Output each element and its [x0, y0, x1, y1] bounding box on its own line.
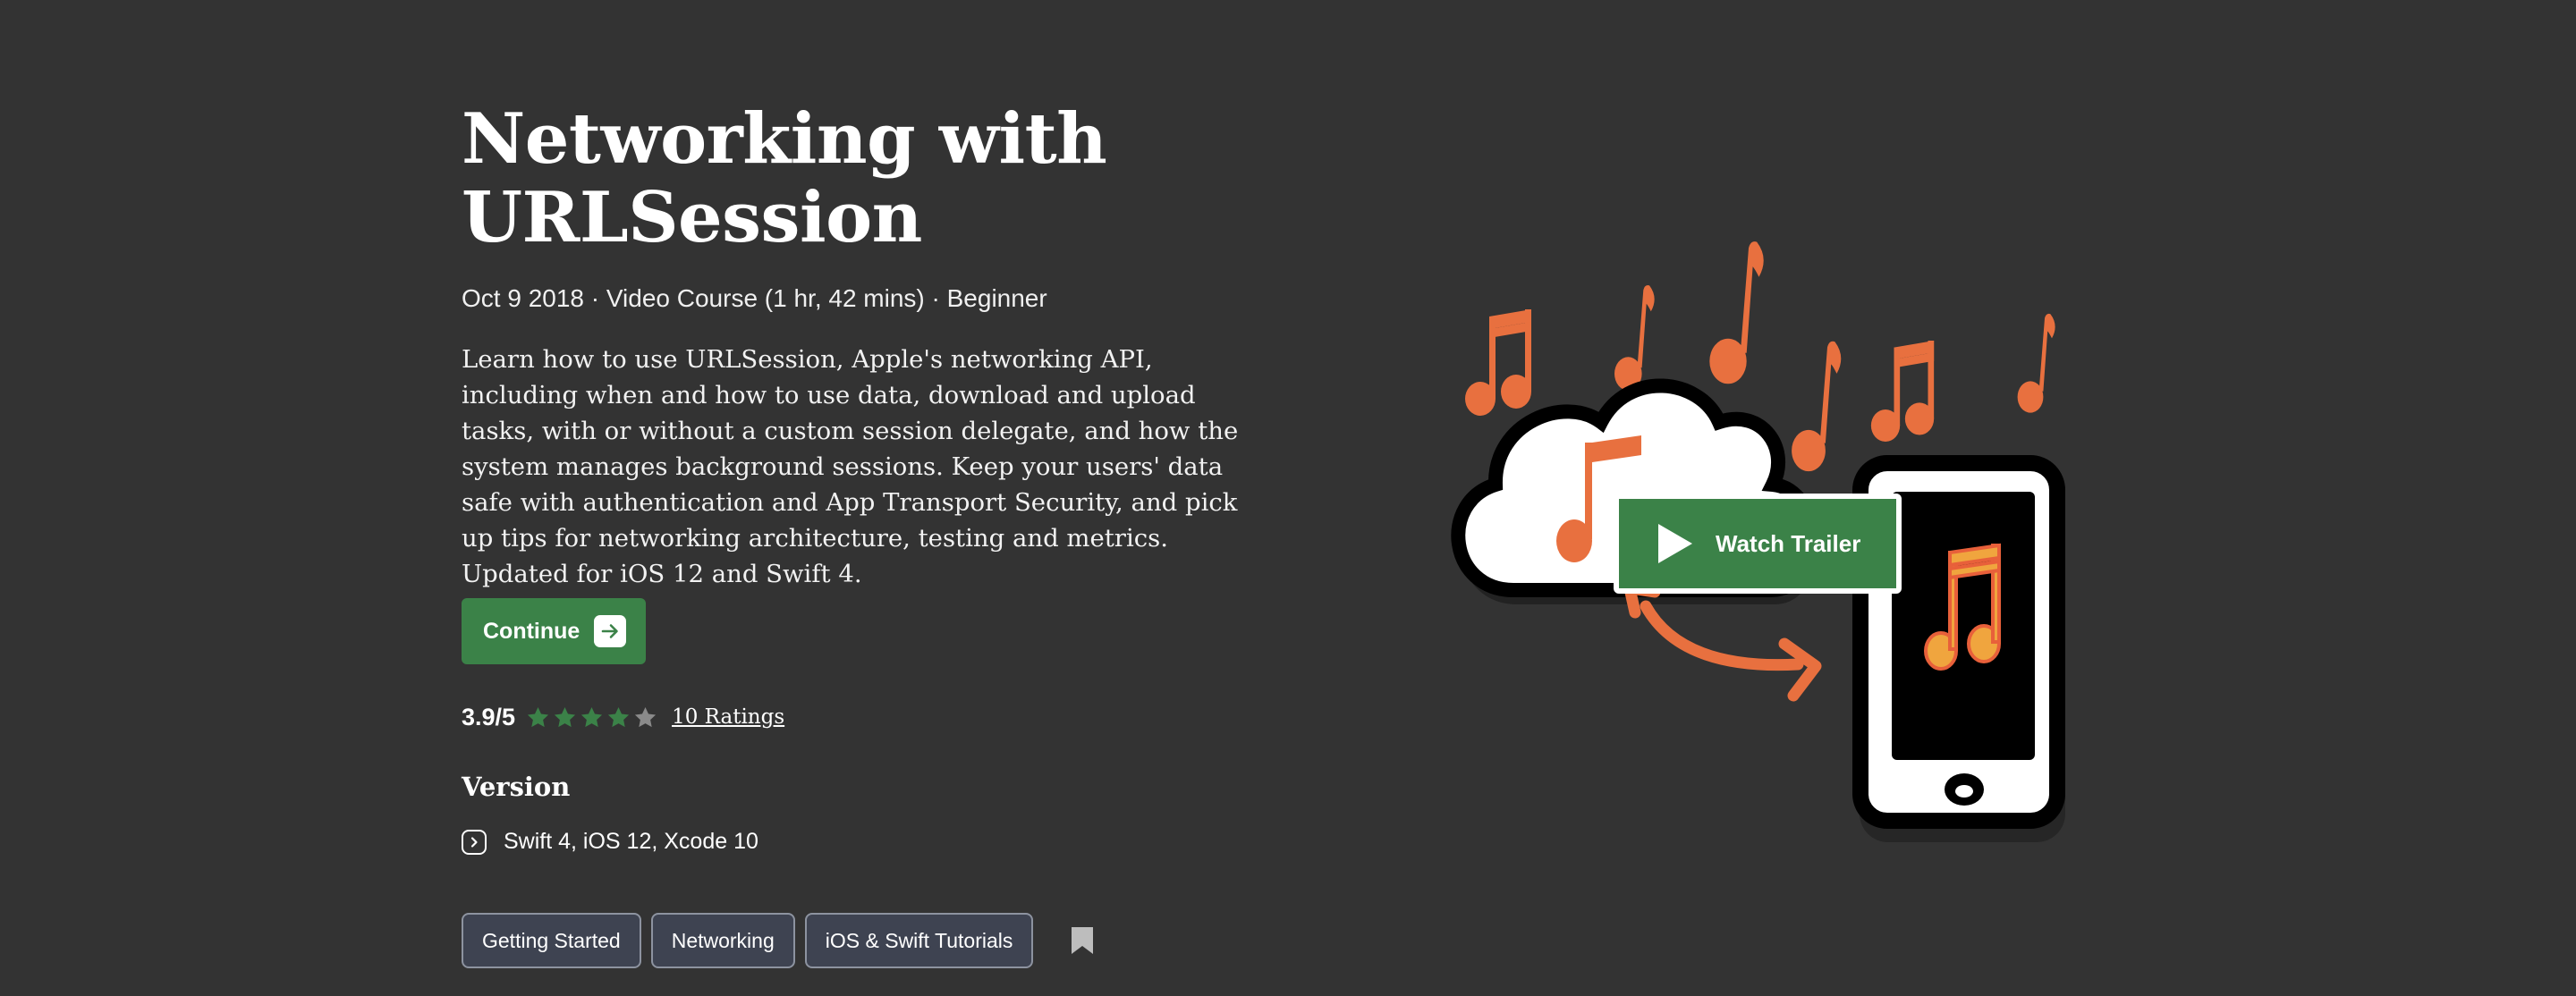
music-note — [1614, 285, 1655, 391]
chevron-right-icon — [462, 829, 487, 855]
music-note — [1792, 341, 1842, 472]
tag-networking[interactable]: Networking — [650, 913, 795, 968]
star-icon — [554, 706, 576, 727]
continue-label: Continue — [483, 618, 580, 644]
arrow-right-icon — [594, 615, 626, 647]
music-note — [2017, 313, 2055, 413]
course-description: Learn how to use URLSession, Apple's net… — [462, 345, 1239, 588]
star-icon — [580, 706, 603, 727]
watch-trailer-label: Watch Trailer — [1716, 529, 1861, 557]
play-icon — [1658, 524, 1692, 563]
music-note — [1709, 241, 1764, 384]
star-icon — [527, 706, 549, 727]
tag-getting-started[interactable]: Getting Started — [462, 913, 641, 968]
rating-score: 3.9/5 — [462, 703, 516, 730]
version-value: Swift 4, iOS 12, Xcode 10 — [504, 829, 758, 854]
ratings-link[interactable]: 10 Ratings — [672, 705, 784, 729]
star-icon — [634, 706, 657, 727]
tag-ios-swift-tutorials[interactable]: iOS & Swift Tutorials — [804, 913, 1034, 968]
tag-list: Getting Started Networking iOS & Swift T… — [462, 913, 1095, 968]
bookmark-icon[interactable] — [1070, 925, 1095, 956]
version-item[interactable]: Swift 4, iOS 12, Xcode 10 — [462, 829, 758, 855]
rating-row: 3.9/5 10 Ratings — [462, 701, 784, 733]
course-title: Networking with URLSession — [462, 98, 1107, 258]
continue-button[interactable]: Continue — [462, 598, 646, 664]
watch-trailer-button[interactable]: Watch Trailer — [1614, 494, 1902, 594]
rating-stars — [526, 705, 657, 730]
star-icon — [607, 706, 630, 727]
version-heading: Version — [462, 772, 571, 802]
course-meta: Oct 9 2018 · Video Course (1 hr, 42 mins… — [462, 284, 1047, 312]
music-note — [1465, 309, 1531, 416]
music-note — [1870, 341, 1935, 443]
